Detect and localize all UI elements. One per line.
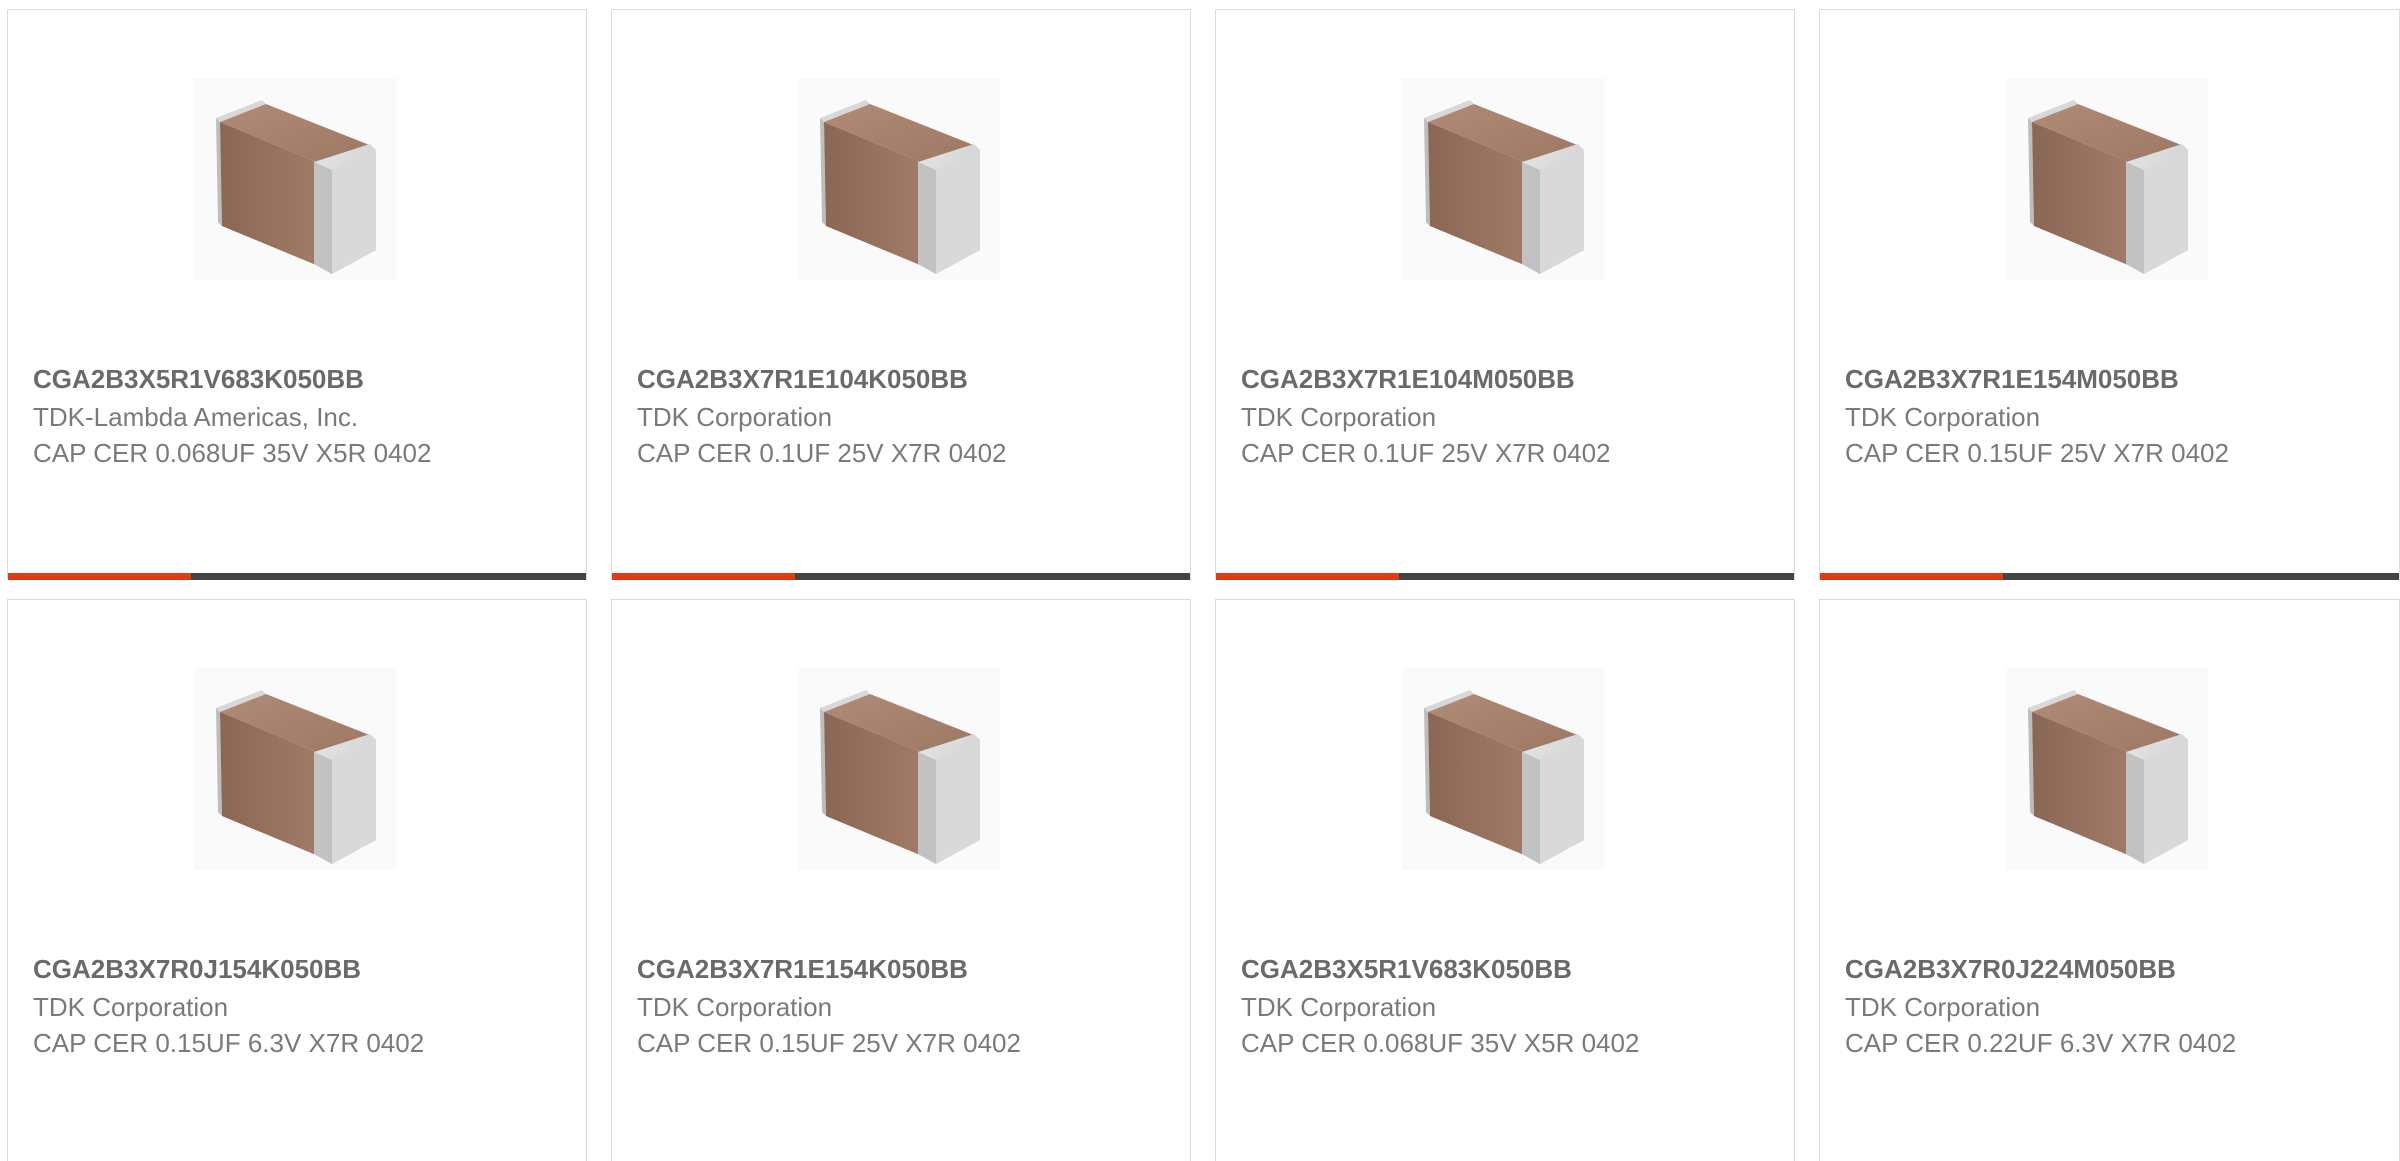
product-grid: CGA2B3X5R1V683K050BB TDK-Lambda Americas…: [0, 0, 2400, 1161]
product-description: CAP CER 0.1UF 25V X7R 0402: [1241, 438, 1611, 468]
manufacturer-name: TDK Corporation: [1241, 992, 1437, 1022]
part-number-link[interactable]: CGA2B3X7R0J154K050BB: [33, 951, 361, 987]
card-bottom-bar: [1216, 573, 1794, 580]
ceramic-capacitor-icon[interactable]: [2006, 668, 2208, 870]
product-description: CAP CER 0.068UF 35V X5R 0402: [1241, 1028, 1640, 1058]
part-number-link[interactable]: CGA2B3X7R1E154M050BB: [1845, 361, 2179, 397]
card-accent-stripe: [612, 573, 795, 580]
ceramic-capacitor-icon[interactable]: [1402, 78, 1604, 280]
ceramic-capacitor-icon[interactable]: [1402, 668, 1604, 870]
product-description: CAP CER 0.15UF 25V X7R 0402: [1845, 438, 2229, 468]
product-card[interactable]: CGA2B3X7R0J224M050BB TDK Corporation CAP…: [1819, 599, 2400, 1161]
card-bottom-bar: [8, 573, 586, 580]
ceramic-capacitor-icon[interactable]: [2006, 78, 2208, 280]
product-card[interactable]: CGA2B3X5R1V683K050BB TDK Corporation CAP…: [1215, 599, 1795, 1161]
product-card[interactable]: CGA2B3X7R0J154K050BB TDK Corporation CAP…: [7, 599, 587, 1161]
part-number-link[interactable]: CGA2B3X7R1E104K050BB: [637, 361, 968, 397]
part-number-link[interactable]: CGA2B3X7R0J224M050BB: [1845, 951, 2176, 987]
manufacturer-name: TDK Corporation: [1845, 992, 2041, 1022]
part-number-link[interactable]: CGA2B3X7R1E154K050BB: [637, 951, 968, 987]
product-description: CAP CER 0.22UF 6.3V X7R 0402: [1845, 1028, 2237, 1058]
card-accent-stripe: [1216, 573, 1399, 580]
card-accent-stripe: [8, 573, 191, 580]
product-card[interactable]: CGA2B3X7R1E104K050BB TDK Corporation CAP…: [611, 9, 1191, 580]
ceramic-capacitor-icon[interactable]: [798, 78, 1000, 280]
product-card[interactable]: CGA2B3X5R1V683K050BB TDK-Lambda Americas…: [7, 9, 587, 580]
manufacturer-name: TDK Corporation: [637, 402, 833, 432]
manufacturer-name: TDK Corporation: [33, 992, 229, 1022]
part-number-link[interactable]: CGA2B3X7R1E104M050BB: [1241, 361, 1575, 397]
product-description: CAP CER 0.068UF 35V X5R 0402: [33, 438, 432, 468]
product-card[interactable]: CGA2B3X7R1E154M050BB TDK Corporation CAP…: [1819, 9, 2400, 580]
ceramic-capacitor-icon[interactable]: [194, 668, 396, 870]
ceramic-capacitor-icon[interactable]: [194, 78, 396, 280]
card-bottom-bar: [612, 573, 1190, 580]
part-number-link[interactable]: CGA2B3X5R1V683K050BB: [1241, 951, 1572, 987]
manufacturer-name: TDK Corporation: [1241, 402, 1437, 432]
manufacturer-name: TDK-Lambda Americas, Inc.: [33, 402, 359, 432]
product-description: CAP CER 0.15UF 6.3V X7R 0402: [33, 1028, 425, 1058]
manufacturer-name: TDK Corporation: [637, 992, 833, 1022]
card-bottom-bar: [1820, 573, 2399, 580]
product-card[interactable]: CGA2B3X7R1E104M050BB TDK Corporation CAP…: [1215, 9, 1795, 580]
card-accent-stripe: [1820, 573, 2003, 580]
ceramic-capacitor-icon[interactable]: [798, 668, 1000, 870]
product-card[interactable]: CGA2B3X7R1E154K050BB TDK Corporation CAP…: [611, 599, 1191, 1161]
part-number-link[interactable]: CGA2B3X5R1V683K050BB: [33, 361, 364, 397]
manufacturer-name: TDK Corporation: [1845, 402, 2041, 432]
product-description: CAP CER 0.1UF 25V X7R 0402: [637, 438, 1007, 468]
product-description: CAP CER 0.15UF 25V X7R 0402: [637, 1028, 1021, 1058]
